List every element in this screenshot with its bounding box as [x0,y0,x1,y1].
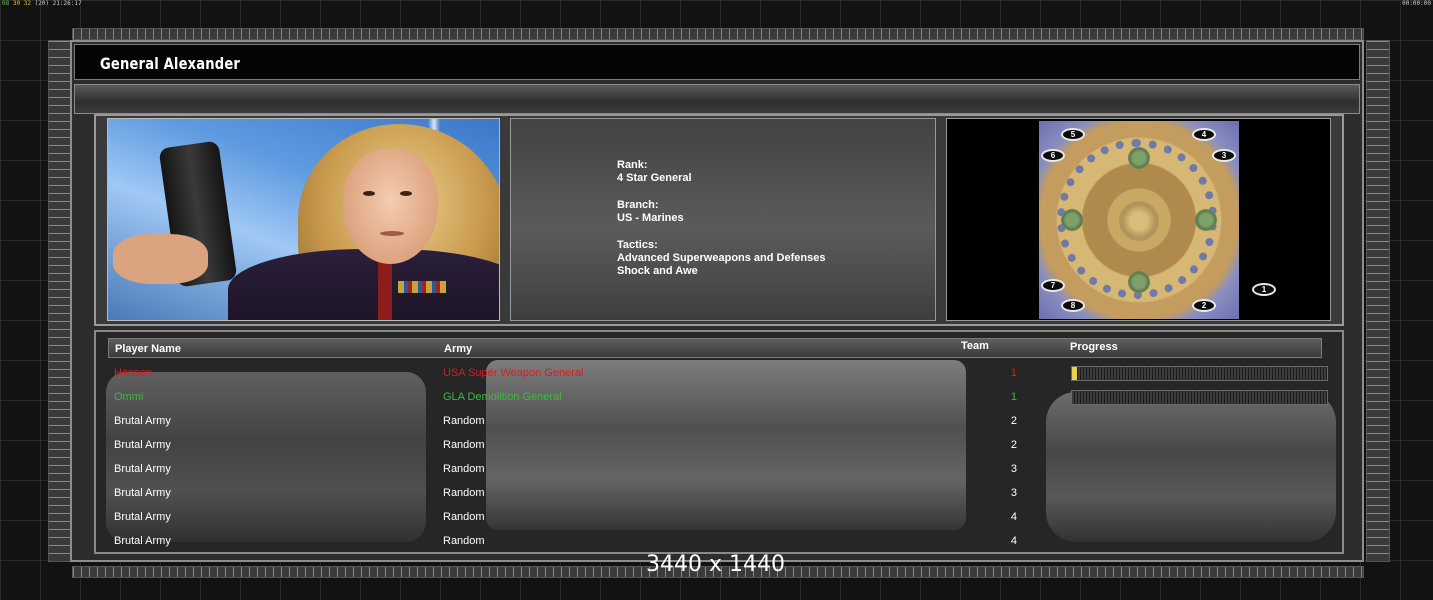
portrait-jacket [228,249,499,320]
general-portrait [107,118,500,321]
player-team: 2 [1010,439,1017,451]
tactics-line: Shock and Awe [617,265,698,277]
player-row: Ommi GLA Demolition General 1 [108,385,1338,409]
player-name: Hansen [114,367,152,379]
col-team: Team [961,340,989,352]
status-bar-left: 08 30 32 (20) 21:26:17 [2,0,82,8]
spawn-marker-6[interactable]: 6 [1041,149,1065,162]
player-team: 4 [1010,535,1017,547]
player-name: Brutal Army [114,463,171,475]
player-name: Brutal Army [114,439,171,451]
rank-value: 4 Star General [617,172,692,184]
player-table-header: Player Name Army Team Progress [108,338,1322,358]
tactics-label: Tactics: [617,239,658,251]
spawn-marker-8[interactable]: 8 [1061,299,1085,312]
player-name: Brutal Army [114,487,171,499]
portrait-medals [398,281,446,293]
portrait-mouth [380,231,404,236]
progress-fill [1072,367,1078,380]
player-army: Random [443,511,485,523]
player-team: 3 [1010,463,1017,475]
left-ruler [48,40,72,562]
player-army: Random [443,535,485,547]
portrait-face [343,149,438,264]
top-ruler [72,28,1364,40]
spawn-marker-7[interactable]: 7 [1041,279,1065,292]
col-progress: Progress [1070,341,1118,353]
player-army: Random [443,463,485,475]
map-base [1128,147,1150,169]
player-name: Brutal Army [114,511,171,523]
player-team: 2 [1010,415,1017,427]
portrait-tie [378,259,392,320]
map-center [1119,201,1159,241]
player-team: 4 [1010,511,1017,523]
bio-text: Rank: 4 Star General Branch: US - Marine… [617,159,825,278]
col-army: Army [444,343,473,355]
player-row: Brutal Army Random 3 [108,481,1338,505]
player-army: GLA Demolition General [443,391,562,403]
player-row: Brutal Army Random 4 [108,505,1338,529]
resolution-label: 3440 x 1440 [646,552,785,577]
branch-value: US - Marines [617,212,684,224]
spawn-marker-5[interactable]: 5 [1061,128,1085,141]
player-team: 1 [1010,391,1017,403]
title-bar: General Alexander [74,44,1360,80]
map-base [1061,209,1083,231]
spawn-marker-2[interactable]: 2 [1192,299,1216,312]
map-base [1195,209,1217,231]
player-row: Brutal Army Random 4 [108,529,1338,553]
progress-bar [1071,366,1328,381]
rank-label: Rank: [617,159,648,171]
col-player-name: Player Name [115,343,182,355]
player-name: Ommi [114,391,144,403]
status-field-b: 30 [12,0,21,7]
spawn-marker-3[interactable]: 3 [1212,149,1236,162]
status-bar: 08 30 32 (20) 21:26:17 00:00:00 [0,0,1433,8]
portrait-eye-right [400,191,412,196]
player-row: Brutal Army Random 2 [108,409,1338,433]
status-timer: 00:00:00 [1402,0,1431,7]
player-row: Brutal Army Random 3 [108,457,1338,481]
right-ruler [1366,40,1390,562]
progress-bar [1071,390,1328,405]
map-preview-panel: 1 2 3 4 5 6 7 8 [946,118,1331,321]
map-preview [1039,121,1239,319]
player-army: USA Super Weapon General [443,367,584,379]
status-field-c: 32 [23,0,31,7]
general-bio-panel: Rank: 4 Star General Branch: US - Marine… [510,118,936,321]
branch-label: Branch: [617,199,659,211]
tactics-line: Advanced Superweapons and Defenses [617,252,826,264]
portrait-hand [113,234,208,284]
spawn-marker-4[interactable]: 4 [1192,128,1216,141]
status-field-a: 08 [2,0,10,7]
player-row: Brutal Army Random 2 [108,433,1338,457]
general-name: General Alexander [100,54,241,73]
player-name: Brutal Army [114,415,171,427]
player-team: 1 [1010,367,1017,379]
player-army: Random [443,415,485,427]
player-army: Random [443,487,485,499]
spawn-marker-1[interactable]: 1 [1252,283,1276,296]
status-field-d: (20) [34,0,50,7]
decor-strip [74,84,1360,114]
status-clock: 21:26:17 [52,0,82,7]
player-name: Brutal Army [114,535,171,547]
player-row: Hansen USA Super Weapon General 1 [108,361,1338,385]
portrait-eye-left [363,191,375,196]
player-army: Random [443,439,485,451]
map-base [1128,271,1150,293]
player-team: 3 [1010,487,1017,499]
